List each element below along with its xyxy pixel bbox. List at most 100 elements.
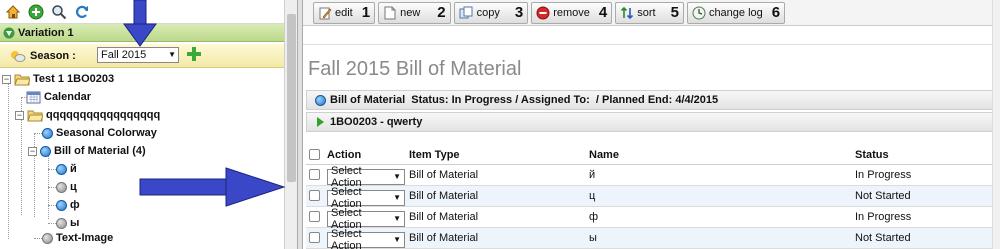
column-header-status[interactable]: Status xyxy=(852,146,996,165)
search-icon[interactable] xyxy=(50,3,67,20)
tree-item-bom-y[interactable]: й xyxy=(56,160,77,178)
tree-item-q-folder[interactable]: − qqqqqqqqqqqqqqqqq xyxy=(15,106,160,124)
row-checkbox[interactable] xyxy=(309,190,320,202)
status-cell: Not Started xyxy=(852,227,996,249)
collapse-icon[interactable] xyxy=(3,27,15,39)
status-dot-gray-icon xyxy=(42,232,53,244)
table-row[interactable]: Select Action ▼ Bill of Material й In Pro… xyxy=(306,164,996,189)
row-select-cell xyxy=(306,206,324,228)
column-header-action[interactable]: Action xyxy=(324,146,406,165)
action-select[interactable]: Select Action ▼ xyxy=(327,228,405,249)
bom-status-header[interactable]: Bill of Material Status: In Progress / A… xyxy=(306,90,996,110)
add-icon[interactable] xyxy=(27,3,44,20)
season-label: Season : xyxy=(30,49,76,62)
action-cell: Select Action ▼ xyxy=(324,206,406,231)
bom-sub-header[interactable]: 1BO0203 - qwerty xyxy=(306,112,996,132)
row-checkbox[interactable] xyxy=(309,232,320,244)
item-type-cell: Bill of Material xyxy=(406,227,586,249)
divider xyxy=(303,44,993,45)
table-row[interactable]: Select Action ▼ Bill of Material ф In Pro… xyxy=(306,206,996,231)
tree-item-label: Text-Image xyxy=(56,232,114,244)
copy-icon xyxy=(459,6,473,18)
remove-button[interactable]: remove 4 xyxy=(531,1,613,24)
chevron-down-icon: ▼ xyxy=(393,214,401,223)
copy-label: copy xyxy=(476,6,500,19)
home-icon[interactable] xyxy=(4,3,21,20)
expand-arrow-icon[interactable] xyxy=(317,117,324,127)
left-scrollbar[interactable] xyxy=(284,0,297,249)
edit-button[interactable]: edit 1 xyxy=(313,1,376,24)
row-select-cell xyxy=(306,227,324,249)
action-select-value: Select Action xyxy=(331,227,362,249)
status-cell: In Progress xyxy=(852,206,996,228)
collapse-toggle-icon[interactable]: − xyxy=(2,74,11,84)
annotation-number: 4 xyxy=(598,4,608,21)
page-title: Fall 2015 Bill of Material xyxy=(308,58,522,80)
name-cell[interactable]: ц xyxy=(586,185,852,207)
annotation-number: 1 xyxy=(361,4,371,21)
table-row[interactable]: Select Action ▼ Bill of Material ы Not St… xyxy=(306,227,996,249)
right-scrollbar[interactable] xyxy=(992,0,1000,249)
annotation-arrow-down-icon xyxy=(123,0,157,47)
name-cell[interactable]: ф xyxy=(586,206,852,228)
column-header-name[interactable]: Name xyxy=(586,146,852,165)
annotation-number: 2 xyxy=(437,4,446,21)
tree-item-test1[interactable]: − Test 1 1BO0203 xyxy=(2,70,114,88)
action-select[interactable]: Select Action ▼ xyxy=(327,186,405,210)
select-all-checkbox[interactable] xyxy=(309,149,320,161)
name-cell[interactable]: й xyxy=(586,164,852,186)
status-dot-blue-icon xyxy=(56,199,67,211)
bom-table: Action Item Type Name Status Select Acti… xyxy=(306,146,996,249)
status-cell: Not Started xyxy=(852,185,996,207)
table-row[interactable]: Select Action ▼ Bill of Material ц Not St… xyxy=(306,185,996,210)
new-document-icon xyxy=(384,6,396,19)
change-log-label: change log xyxy=(708,6,763,19)
tree-item-bom-f[interactable]: ф xyxy=(56,196,80,214)
status-dot-gray-icon xyxy=(56,181,67,193)
tree-item-calendar[interactable]: Calendar xyxy=(26,88,91,106)
action-select[interactable]: Select Action ▼ xyxy=(327,207,405,231)
tree-item-label: Seasonal Colorway xyxy=(56,127,157,139)
bom-header-text: Bill of Material Status: In Progress / A… xyxy=(330,94,719,106)
action-select[interactable]: Select Action ▼ xyxy=(327,165,405,189)
status-dot-blue-icon xyxy=(42,127,53,139)
sort-button[interactable]: sort 5 xyxy=(615,1,684,24)
annotation-number: 6 xyxy=(771,4,781,21)
collapse-toggle-icon[interactable]: − xyxy=(15,110,24,120)
column-header-item-type[interactable]: Item Type xyxy=(406,146,586,165)
tree-item-label: ы xyxy=(70,217,80,229)
edit-label: edit xyxy=(335,6,353,19)
scrollbar-thumb[interactable] xyxy=(287,14,296,182)
tree-item-text-image[interactable]: Text-Image xyxy=(42,229,113,247)
tree-item-label: ф xyxy=(70,199,80,211)
tree-item-label: ц xyxy=(70,181,77,193)
change-log-icon xyxy=(692,6,706,19)
tree-item-label: qqqqqqqqqqqqqqqqq xyxy=(46,109,161,121)
row-select-cell xyxy=(306,185,324,207)
tree-item-bill-of-material[interactable]: − Bill of Material (4) xyxy=(28,142,146,160)
edit-icon xyxy=(319,7,332,19)
sub-header-text: 1BO0203 - qwerty xyxy=(330,116,423,128)
season-selected-value: Fall 2015 xyxy=(101,49,147,61)
row-checkbox[interactable] xyxy=(309,211,320,223)
change-log-button[interactable]: change log 6 xyxy=(686,1,786,24)
annotation-number: 3 xyxy=(514,4,524,21)
collapse-toggle-icon[interactable]: − xyxy=(28,146,37,156)
status-dot-blue-icon xyxy=(56,163,67,175)
table-header-row: Action Item Type Name Status xyxy=(306,146,996,165)
copy-button[interactable]: copy 3 xyxy=(453,1,529,24)
annotation-arrow-right-icon xyxy=(139,167,286,207)
new-button[interactable]: new 2 xyxy=(378,1,451,24)
item-type-cell: Bill of Material xyxy=(406,164,586,186)
remove-icon xyxy=(536,6,550,19)
tree-item-label: Calendar xyxy=(44,91,92,103)
add-season-icon[interactable] xyxy=(186,46,202,62)
tree-item-seasonal-colorway[interactable]: Seasonal Colorway xyxy=(42,124,157,142)
item-type-cell: Bill of Material xyxy=(406,206,586,228)
row-checkbox[interactable] xyxy=(309,169,320,181)
tree-item-bom-ts[interactable]: ц xyxy=(56,178,77,196)
refresh-icon[interactable] xyxy=(73,3,90,20)
status-cell: In Progress xyxy=(852,164,996,186)
tree-item-label: Test 1 1BO0203 xyxy=(33,73,115,85)
name-cell[interactable]: ы xyxy=(586,227,852,249)
